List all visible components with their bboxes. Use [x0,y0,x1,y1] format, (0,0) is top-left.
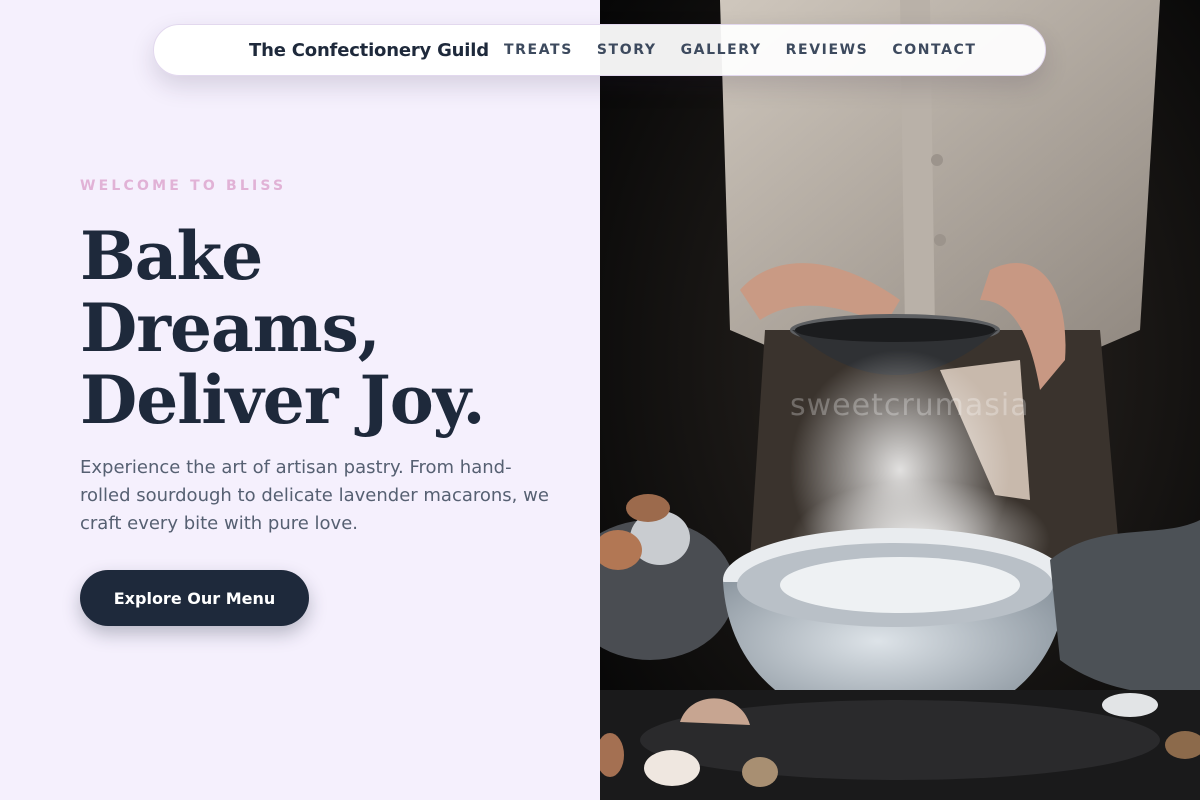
headline-line-3: Deliver Joy. [80,361,485,439]
nav-link-treats[interactable]: TREATS [504,42,573,58]
brand-name[interactable]: The Confectionery Guild [249,40,489,61]
hero-headline: Bake Dreams, Deliver Joy. [80,217,485,439]
nav-link-gallery[interactable]: GALLERY [681,42,762,58]
photo-watermark: sweetcrumasia [790,388,1030,423]
nav-link-contact[interactable]: CONTACT [892,42,976,58]
nav-links: TREATS STORY GALLERY REVIEWS CONTACT [504,42,1001,58]
nav-link-story[interactable]: STORY [597,42,657,58]
explore-menu-button[interactable]: Explore Our Menu [80,570,309,626]
nav-link-reviews[interactable]: REVIEWS [786,42,869,58]
hero-description: Experience the art of artisan pastry. Fr… [80,457,549,534]
hero-photo: sweetcrumasia [600,0,1200,800]
headline-line-2: Dreams, [80,289,381,367]
top-navigation: The Confectionery Guild TREATS STORY GAL… [153,24,1046,76]
hero-eyebrow: WELCOME TO BLISS [80,178,287,194]
headline-line-1: Bake [80,217,263,295]
